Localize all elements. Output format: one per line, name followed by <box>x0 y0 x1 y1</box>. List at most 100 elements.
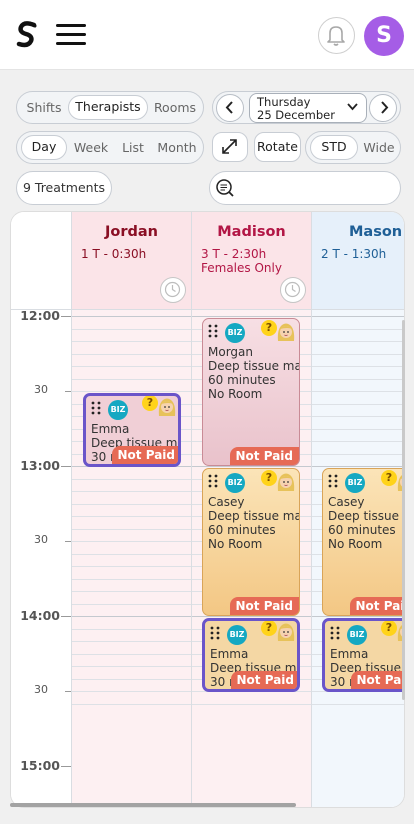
therapist-header-madison[interactable]: Madison 3 T - 2:30h Females Only <box>192 212 312 310</box>
biz-badge: BIZ <box>108 400 128 420</box>
time-tick <box>65 541 71 542</box>
time-tick <box>61 766 71 767</box>
payment-status-badge[interactable]: Not Paid <box>229 447 299 465</box>
biz-badge: BIZ <box>225 323 245 343</box>
rotate-button[interactable]: Rotate <box>254 132 301 162</box>
search-field[interactable] <box>209 171 401 205</box>
time-tick <box>61 316 71 317</box>
tab-std[interactable]: STD <box>310 135 358 160</box>
expand-button[interactable] <box>212 132 248 162</box>
grid-line <box>192 466 311 467</box>
appointment-card[interactable]: BIZ? Morgan Deep tissue mas 60 minutes No Ro… <box>202 318 300 466</box>
appointment-client: Morgan <box>208 345 253 359</box>
grid-line <box>312 466 404 467</box>
tab-day[interactable]: Day <box>21 135 67 160</box>
grid-line <box>312 428 404 430</box>
grid-line <box>72 341 191 342</box>
payment-status-badge[interactable]: Not Paid <box>111 446 178 464</box>
grid-line <box>72 566 191 567</box>
tab-shifts[interactable]: Shifts <box>21 95 67 120</box>
search-list-icon <box>216 179 234 197</box>
drag-handle-icon[interactable] <box>328 474 338 488</box>
appointment-duration: 60 minutes <box>208 373 276 387</box>
grid-line <box>312 316 404 317</box>
grid-line <box>72 366 191 367</box>
chevron-down-icon <box>347 103 358 111</box>
appointment-card[interactable]: BIZ?EmmaDeep tissue mas30 minutesNo Room… <box>202 618 300 692</box>
appointment-room: No Room <box>328 537 383 551</box>
grid-line <box>312 416 404 417</box>
grid-line <box>72 378 191 380</box>
clock-icon[interactable] <box>280 277 306 303</box>
payment-status-badge[interactable]: Not Paid <box>349 597 404 615</box>
notifications-button[interactable] <box>318 17 355 54</box>
horizontal-scrollbar[interactable] <box>10 803 296 807</box>
treatments-button[interactable]: 9 Treatments <box>16 171 112 205</box>
time-label: 14:00 <box>20 608 60 623</box>
calendar-grid: 12:00 30 13:00 30 14:00 30 15:00 Jordan 1 T - … <box>10 211 405 808</box>
grid-line <box>312 453 404 455</box>
tab-therapists[interactable]: Therapists <box>68 95 148 120</box>
time-tick <box>61 616 71 617</box>
time-label: 15:00 <box>20 758 60 773</box>
user-avatar[interactable]: S <box>364 16 404 56</box>
appointment-room: No Room <box>91 464 181 467</box>
grid-line <box>192 316 311 317</box>
grid-line <box>72 703 191 705</box>
therapist-name: Mason <box>349 224 403 240</box>
clock-icon[interactable] <box>160 277 186 303</box>
grid-line <box>72 478 191 480</box>
search-input[interactable] <box>240 178 390 198</box>
drag-handle-icon[interactable] <box>330 626 340 640</box>
appointment-service: Deep tissue mas <box>208 359 300 373</box>
grid-line <box>72 503 191 505</box>
therapist-column-jordan[interactable] <box>72 310 192 807</box>
grid-line <box>192 703 311 705</box>
therapist-header-jordan[interactable]: Jordan 1 T - 0:30h <box>72 212 192 310</box>
tab-rooms[interactable]: Rooms <box>150 95 200 120</box>
grid-line <box>72 578 191 580</box>
drag-handle-icon[interactable] <box>208 474 218 488</box>
appointment-room: No Room <box>210 689 300 692</box>
appointment-client: Emma <box>330 647 369 661</box>
grid-line <box>72 528 191 530</box>
tab-wide[interactable]: Wide <box>360 135 398 160</box>
grid-line <box>72 541 191 542</box>
grid-line <box>312 378 404 380</box>
grid-line <box>72 666 191 667</box>
grid-line <box>312 391 404 392</box>
therapist-name: Jordan <box>105 224 158 240</box>
appointment-card[interactable]: BIZ?CaseyDeep tissue mas60 minutesNo Roo… <box>202 468 300 616</box>
appointment-card[interactable]: BIZ?CaseyDeep tissue mas60 minutesNo Roo… <box>322 468 404 616</box>
grid-line <box>312 441 404 442</box>
drag-handle-icon[interactable] <box>208 324 218 338</box>
payment-status-badge[interactable]: Not Paid <box>230 671 297 689</box>
therapist-header-mason[interactable]: Mason 2 T - 1:30h <box>312 212 404 310</box>
menu-icon[interactable] <box>56 24 86 46</box>
time-label: 13:00 <box>20 458 60 473</box>
appointment-card[interactable]: BIZ?EmmaDeep tissue mas30 minutesNo Room… <box>83 393 181 467</box>
person-icon <box>277 473 295 491</box>
time-column-header <box>11 212 72 310</box>
biz-badge: BIZ <box>347 625 367 645</box>
prev-day-button[interactable] <box>216 94 244 122</box>
vertical-scrollbar[interactable] <box>402 320 405 700</box>
drag-handle-icon[interactable] <box>210 626 220 640</box>
grid-line <box>72 653 191 655</box>
tab-month[interactable]: Month <box>153 135 201 160</box>
grid-line <box>72 603 191 605</box>
time-tick <box>65 391 71 392</box>
payment-status-badge[interactable]: Not Paid <box>229 597 299 615</box>
date-select[interactable]: Thursday 25 December <box>249 93 367 123</box>
tab-week[interactable]: Week <box>69 135 113 160</box>
drag-handle-icon[interactable] <box>91 401 101 415</box>
time-tick <box>61 466 71 467</box>
next-day-button[interactable] <box>369 94 397 122</box>
appointment-card[interactable]: BIZ?EmmaDeep tissue mas30 minutesNo Room… <box>322 618 404 692</box>
view-segmented-control: Shifts Therapists Rooms <box>16 91 204 124</box>
biz-badge: BIZ <box>227 625 247 645</box>
tab-list[interactable]: List <box>115 135 151 160</box>
payment-status-badge[interactable]: Not Paid <box>350 671 404 689</box>
therapist-summary-line: 3 T - 2:30h <box>201 247 267 261</box>
brand-logo-icon[interactable] <box>16 21 38 49</box>
